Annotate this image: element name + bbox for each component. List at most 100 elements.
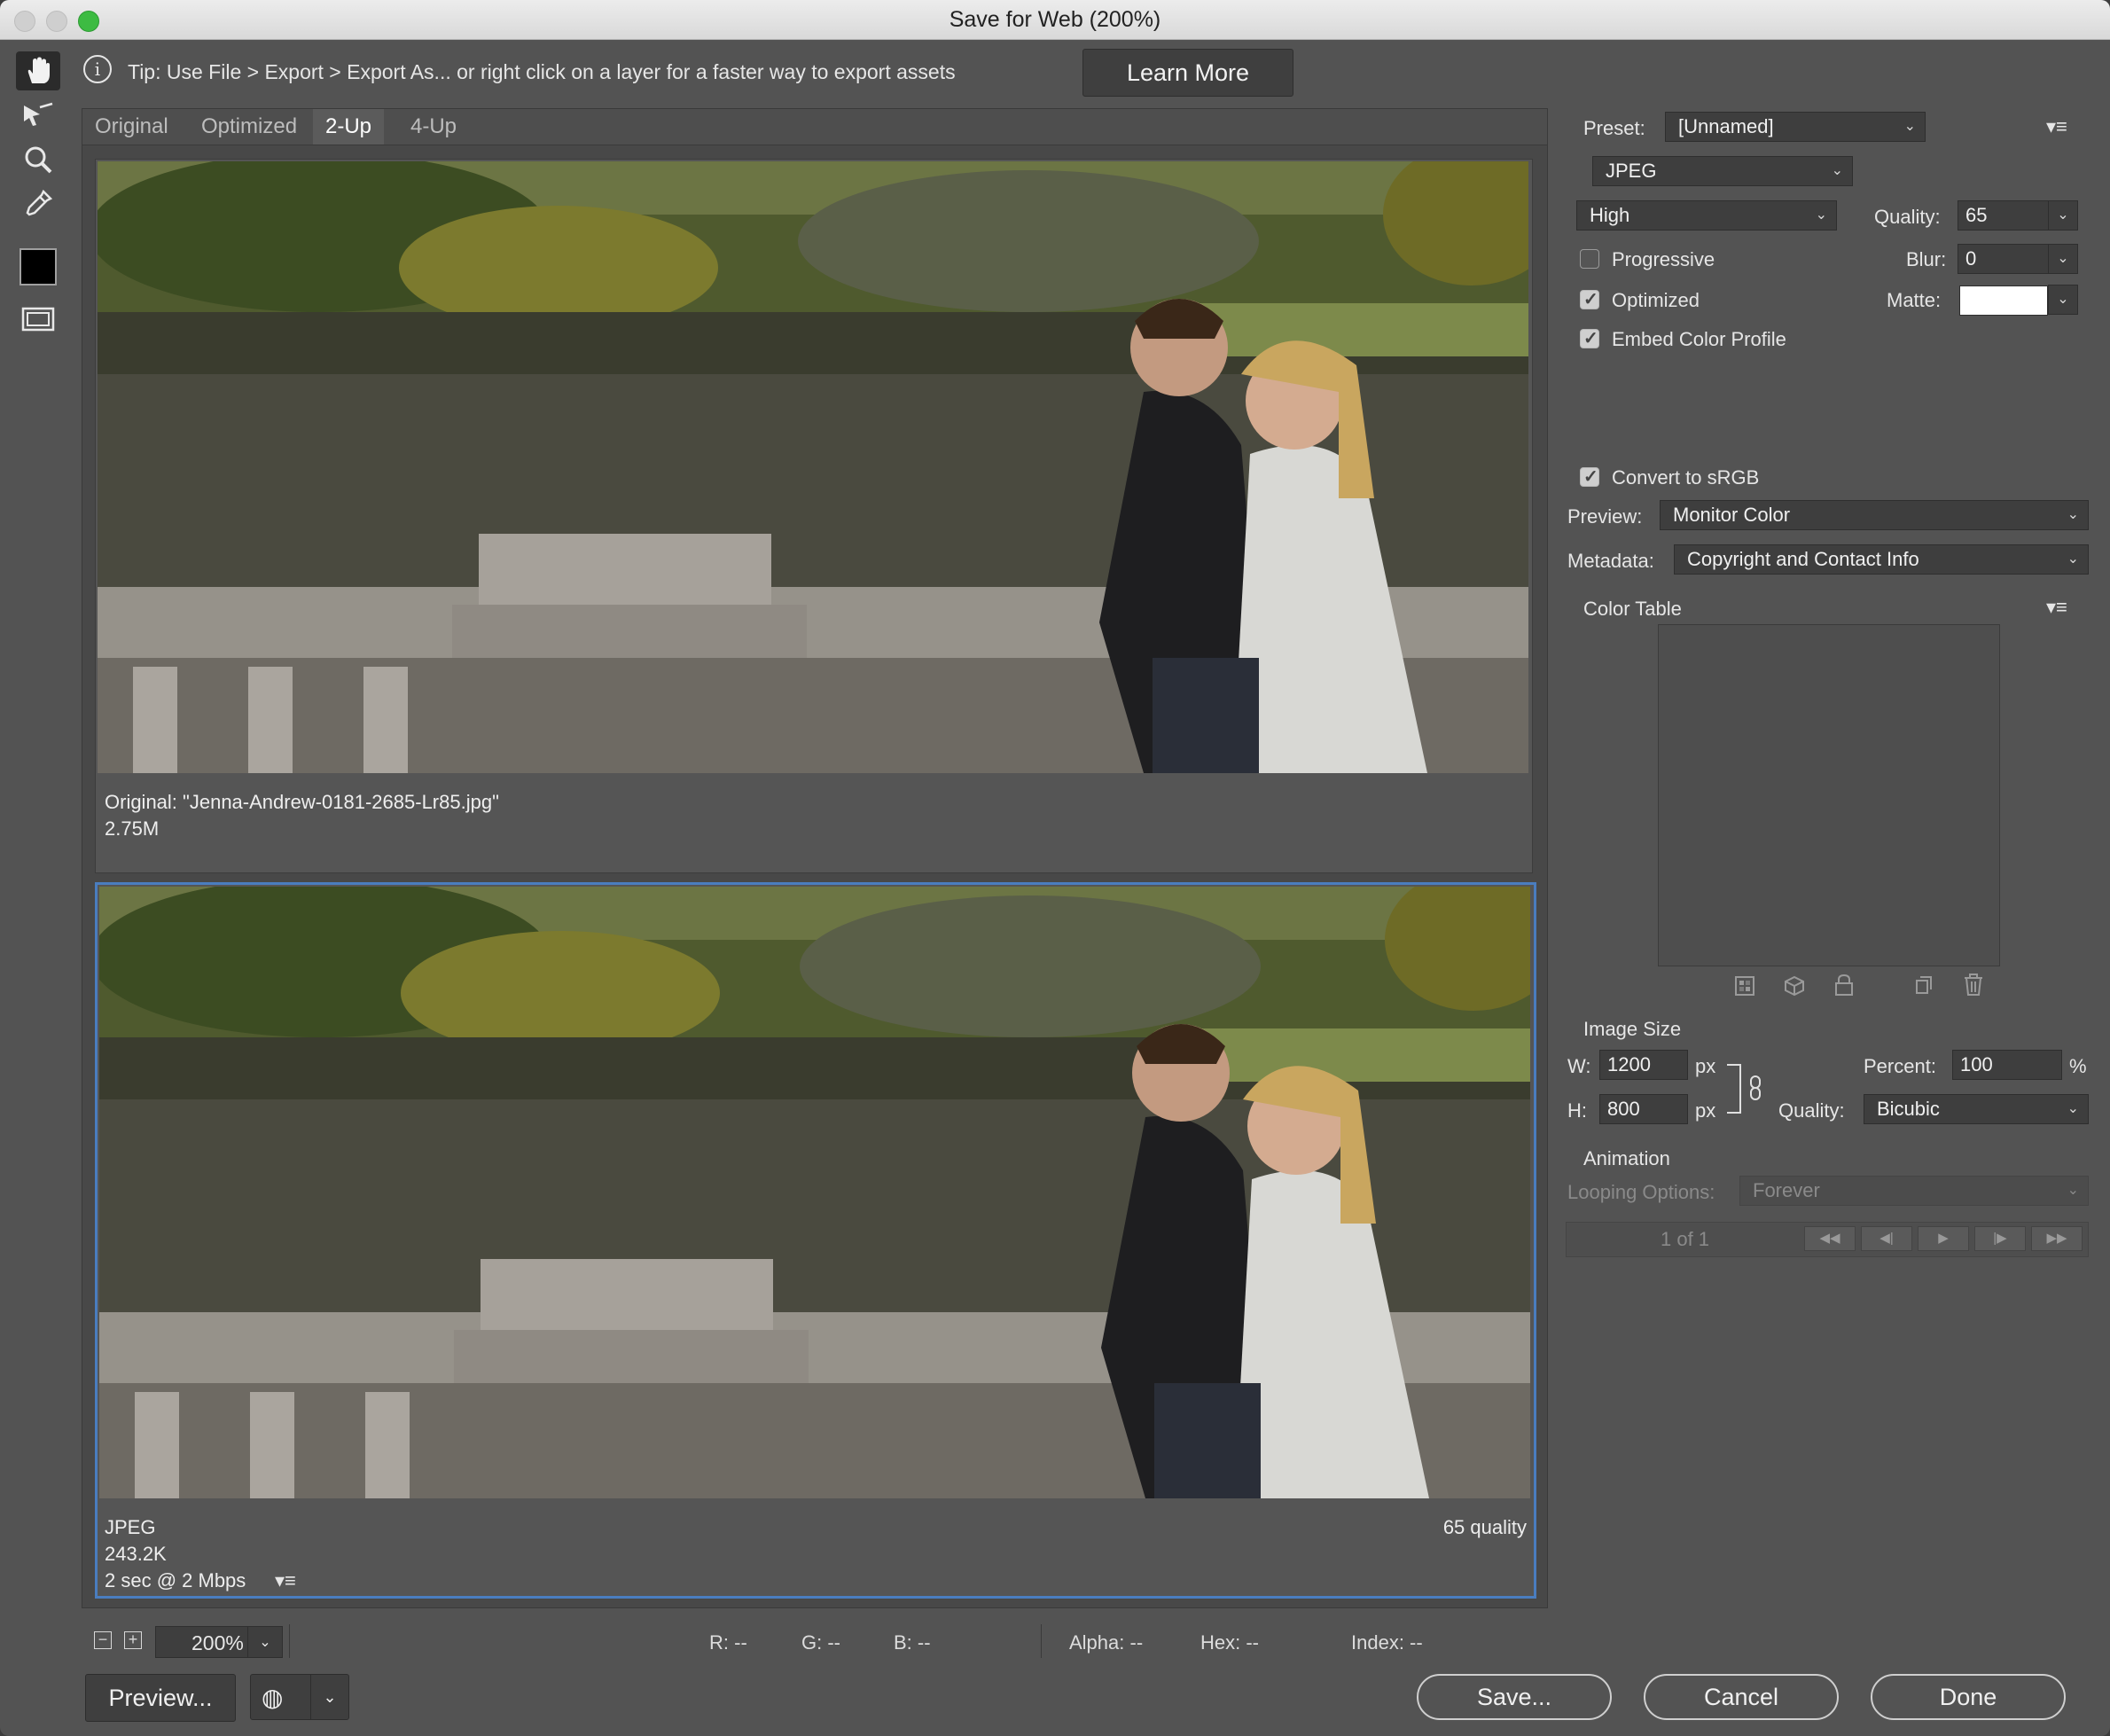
compression-quality-select[interactable]: High ⌄ [1576, 200, 1837, 231]
optimized-label: Optimized [1612, 289, 1700, 311]
preview-button[interactable]: Preview... [85, 1674, 236, 1722]
save-button[interactable]: Save... [1417, 1674, 1612, 1720]
first-frame-icon[interactable]: ◀◀ [1804, 1226, 1856, 1251]
original-filesize: 2.75M [105, 817, 160, 840]
tab-2-up[interactable]: 2-Up [313, 109, 385, 145]
width-unit: px [1695, 1055, 1716, 1077]
percent-input[interactable]: 100 [1952, 1050, 2062, 1080]
cancel-button[interactable]: Cancel [1644, 1674, 1839, 1720]
preset-select[interactable]: [Unnamed] ⌄ [1665, 112, 1926, 142]
embed-color-profile-checkbox[interactable] [1580, 327, 1599, 349]
zoom-out-icon[interactable]: − [94, 1631, 112, 1649]
chevron-down-icon: ⌄ [1831, 163, 1843, 178]
percent-unit: % [2069, 1055, 2087, 1077]
embed-color-profile-label: Embed Color Profile [1612, 328, 1786, 350]
blur-label: Blur: [1906, 248, 1947, 270]
download-rate-menu-icon[interactable]: ▾≡ [275, 1569, 296, 1592]
frame-counter: 1 of 1 [1661, 1228, 1710, 1250]
view-tabs: Original Optimized 2-Up 4-Up [82, 109, 1547, 145]
web-shift-icon[interactable] [1784, 975, 1805, 997]
file-format-value: JPEG [1606, 160, 1657, 182]
last-frame-icon[interactable]: ▶▶ [2031, 1226, 2083, 1251]
chevron-down-icon[interactable]: ⌄ [2048, 200, 2078, 231]
original-pane[interactable]: Original: "Jenna-Andrew-0181-2685-Lr85.j… [95, 159, 1533, 873]
map-transparent-icon[interactable] [1734, 975, 1755, 997]
quality-input[interactable]: 65 [1958, 200, 2050, 231]
optimized-quality: 65 quality [1442, 1516, 1527, 1538]
previous-frame-icon[interactable]: ◀| [1861, 1226, 1912, 1251]
tool-column [0, 39, 78, 1662]
progressive-checkbox[interactable] [1580, 249, 1599, 269]
eyedropper-color-swatch[interactable] [20, 248, 57, 285]
chevron-down-icon[interactable]: ⌄ [2048, 244, 2078, 274]
chevron-down-icon: ⌄ [2067, 1183, 2079, 1198]
animation-controls: 1 of 1 ◀◀ ◀| ▶ |▶ ▶▶ [1566, 1222, 2089, 1257]
chevron-down-icon[interactable]: ⌄ [310, 1675, 348, 1719]
zoom-level-select[interactable]: 200% ⌄ [155, 1626, 283, 1658]
readout-hex: Hex: -- [1200, 1631, 1259, 1654]
resample-quality-value: Bicubic [1877, 1098, 1940, 1120]
learn-more-button[interactable]: Learn More [1082, 49, 1293, 97]
chevron-down-icon: ⌄ [1903, 119, 1916, 134]
original-image[interactable] [98, 161, 1528, 773]
optimize-menu-icon[interactable]: ▾≡ [2046, 115, 2067, 138]
zoom-level-value: 200% [191, 1631, 244, 1654]
width-input[interactable]: 1200 [1599, 1050, 1688, 1080]
tip-text: Tip: Use File > Export > Export As... or… [128, 60, 956, 83]
preview-color-select[interactable]: Monitor Color ⌄ [1660, 500, 2089, 530]
chevron-down-icon[interactable]: ⌄ [247, 1627, 282, 1657]
next-frame-icon[interactable]: |▶ [1974, 1226, 2026, 1251]
browser-preview-select[interactable]: ◍ ⌄ [250, 1674, 349, 1720]
height-input[interactable]: 800 [1599, 1094, 1688, 1124]
tab-4-up[interactable]: 4-Up [398, 109, 469, 145]
optimized-pane[interactable]: JPEG 243.2K 2 sec @ 2 Mbps ▾≡ 65 quality [95, 882, 1536, 1599]
preset-label: Preset: [1583, 117, 1645, 139]
toggle-slices-icon[interactable] [16, 300, 60, 339]
optimized-format: JPEG [105, 1516, 156, 1538]
link-constrain-icon[interactable] [1747, 1075, 1764, 1101]
color-table[interactable] [1658, 624, 2000, 966]
readout-b: B: -- [894, 1631, 931, 1654]
done-button[interactable]: Done [1871, 1674, 2066, 1720]
animation-heading: Animation [1583, 1147, 1670, 1169]
resample-quality-select[interactable]: Bicubic ⌄ [1864, 1094, 2089, 1124]
play-icon[interactable]: ▶ [1918, 1226, 1969, 1251]
original-filename: Original: "Jenna-Andrew-0181-2685-Lr85.j… [105, 791, 499, 813]
metadata-label: Metadata: [1567, 550, 1654, 572]
color-table-menu-icon[interactable]: ▾≡ [2046, 596, 2067, 619]
trash-icon[interactable] [1963, 974, 1984, 997]
preview-area: Original Optimized 2-Up 4-Up Original: "… [82, 108, 1548, 1608]
zoom-tool-icon[interactable] [16, 140, 60, 179]
image-size-heading: Image Size [1583, 1018, 1682, 1040]
tab-optimized[interactable]: Optimized [189, 109, 309, 145]
blur-input[interactable]: 0 [1958, 244, 2050, 274]
looping-options-select[interactable]: Forever ⌄ [1739, 1176, 2089, 1206]
chevron-down-icon: ⌄ [2067, 1101, 2079, 1116]
divider [289, 1624, 290, 1658]
convert-srgb-checkbox[interactable] [1580, 465, 1599, 488]
convert-srgb-label: Convert to sRGB [1612, 466, 1760, 489]
chevron-down-icon: ⌄ [1815, 207, 1827, 223]
matte-color-swatch[interactable] [1959, 285, 2048, 316]
progressive-label: Progressive [1612, 248, 1715, 270]
optimized-checkbox[interactable] [1580, 288, 1599, 310]
new-color-icon[interactable] [1913, 975, 1934, 997]
chevron-down-icon[interactable]: ⌄ [2048, 285, 2078, 315]
eyedropper-tool-icon[interactable] [16, 184, 60, 223]
slice-select-tool-icon[interactable] [16, 96, 60, 135]
metadata-select[interactable]: Copyright and Contact Info ⌄ [1674, 544, 2089, 575]
optimized-download-time: 2 sec @ 2 Mbps [105, 1569, 246, 1591]
file-format-select[interactable]: JPEG ⌄ [1592, 156, 1853, 186]
info-icon: i [83, 55, 112, 83]
tab-original[interactable]: Original [82, 109, 181, 145]
hand-tool-icon[interactable] [16, 51, 60, 90]
zoom-in-icon[interactable]: + [124, 1631, 142, 1649]
tip-bar: i Tip: Use File > Export > Export As... … [78, 44, 1293, 98]
readout-index: Index: -- [1351, 1631, 1423, 1654]
title-bar: Save for Web (200%) [0, 0, 2110, 40]
optimized-image[interactable] [99, 887, 1530, 1498]
height-unit: px [1695, 1099, 1716, 1122]
lock-icon[interactable] [1833, 974, 1855, 997]
preset-value: [Unnamed] [1678, 115, 1774, 137]
looping-options-label: Looping Options: [1567, 1181, 1715, 1203]
